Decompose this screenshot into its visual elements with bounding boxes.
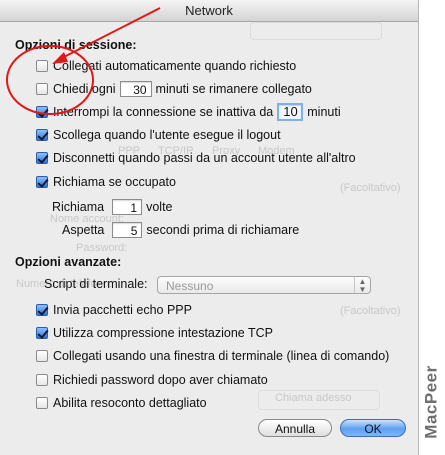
window-title: Network — [0, 0, 418, 22]
redial-busy-checkbox[interactable] — [36, 176, 48, 188]
option-terminal-window[interactable]: Collegati usando una finestra di termina… — [36, 347, 389, 365]
ok-button[interactable]: OK — [340, 419, 406, 437]
cancel-button[interactable]: Annulla — [258, 419, 332, 437]
logout-disconnect-label: Scollega quando l'utente esegue il logou… — [53, 128, 281, 142]
redial-count-row: Richiama 1 volte — [52, 198, 173, 216]
password-after-dial-checkbox[interactable] — [36, 374, 48, 386]
option-logout-disconnect[interactable]: Scollega quando l'utente esegue il logou… — [36, 126, 281, 144]
option-user-switch-disconnect[interactable]: Disconnetti quando passi da un account u… — [36, 149, 356, 167]
idle-minutes-field[interactable]: 10 — [277, 103, 304, 121]
verbose-log-label: Abilita resoconto dettagliato — [53, 396, 207, 410]
option-ask-every[interactable]: Chiedi ogni 30 minuti se rimanere colleg… — [36, 80, 312, 98]
ask-every-label-after: minuti se rimanere collegato — [155, 82, 312, 96]
select-arrows-icon: ▲ ▼ — [354, 277, 370, 294]
ppp-echo-checkbox[interactable] — [36, 304, 48, 316]
tcp-compression-label: Utilizza compressione intestazione TCP — [53, 326, 274, 340]
option-ppp-echo[interactable]: Invia pacchetti echo PPP — [36, 301, 192, 319]
advanced-options-title: Opzioni avanzate: — [15, 255, 122, 269]
redial-count-unit: volte — [146, 200, 173, 214]
redial-wait-label: Aspetta — [62, 223, 105, 237]
ghost-call-now-label: Chiama adesso — [275, 392, 352, 404]
option-password-after-dial[interactable]: Richiedi password dopo aver chiamato — [36, 371, 268, 389]
ppp-echo-label: Invia pacchetti echo PPP — [53, 303, 192, 317]
ghost-label-optional-2: (Facoltativo) — [340, 305, 401, 317]
option-verbose-log[interactable]: Abilita resoconto dettagliato — [36, 394, 207, 412]
ask-every-minutes-field[interactable]: 30 — [119, 81, 152, 97]
redial-count-field[interactable]: 1 — [112, 199, 143, 215]
redial-busy-label: Richiama se occupato — [53, 175, 176, 189]
network-sheet: Network PPP TCP/IP Proxy Modem (Facoltat… — [0, 0, 419, 455]
redial-wait-row: Aspetta 5 secondi prima di richiamare — [62, 221, 299, 239]
ghost-label-optional-1: (Facoltativo) — [340, 182, 401, 194]
ask-every-label-before: Chiedi ogni — [53, 82, 116, 96]
brand-watermark: MacPeer — [421, 356, 443, 448]
idle-disconnect-label-before: Interrompi la connessione se inattiva da — [53, 105, 274, 119]
option-redial-busy[interactable]: Richiama se occupato — [36, 173, 176, 191]
terminal-window-checkbox[interactable] — [36, 350, 48, 362]
tcp-compression-checkbox[interactable] — [36, 327, 48, 339]
auto-connect-label: Collegati automaticamente quando richies… — [53, 59, 297, 73]
idle-disconnect-label-after: minuti — [307, 105, 341, 119]
password-after-dial-label: Richiedi password dopo aver chiamato — [53, 373, 268, 387]
verbose-log-checkbox[interactable] — [36, 397, 48, 409]
idle-disconnect-checkbox[interactable] — [36, 106, 48, 118]
option-auto-connect[interactable]: Collegati automaticamente quando richies… — [36, 57, 296, 75]
terminal-script-select[interactable]: Nessuno ▲ ▼ — [157, 276, 371, 294]
redial-count-label: Richiama — [52, 200, 105, 214]
session-options-title: Opzioni di sessione: — [15, 38, 137, 52]
option-idle-disconnect[interactable]: Interrompi la connessione se inattiva da… — [36, 103, 341, 121]
brand-text: MacPeer — [422, 365, 441, 439]
redial-wait-field[interactable]: 5 — [112, 222, 143, 238]
logout-disconnect-checkbox[interactable] — [36, 129, 48, 141]
user-switch-disconnect-checkbox[interactable] — [36, 152, 48, 164]
terminal-script-label: Script di terminale: — [44, 277, 148, 291]
ghost-label-password: Password: — [76, 242, 128, 254]
ask-every-checkbox[interactable] — [36, 83, 48, 95]
user-switch-disconnect-label: Disconnetti quando passi da un account u… — [53, 151, 356, 165]
ghost-search-field — [250, 22, 382, 40]
terminal-window-label: Collegati usando una finestra di termina… — [53, 349, 390, 363]
redial-wait-unit: secondi prima di richiamare — [146, 223, 300, 237]
terminal-script-value: Nessuno — [166, 279, 214, 293]
auto-connect-checkbox[interactable] — [36, 60, 48, 72]
option-tcp-compression[interactable]: Utilizza compressione intestazione TCP — [36, 324, 273, 342]
